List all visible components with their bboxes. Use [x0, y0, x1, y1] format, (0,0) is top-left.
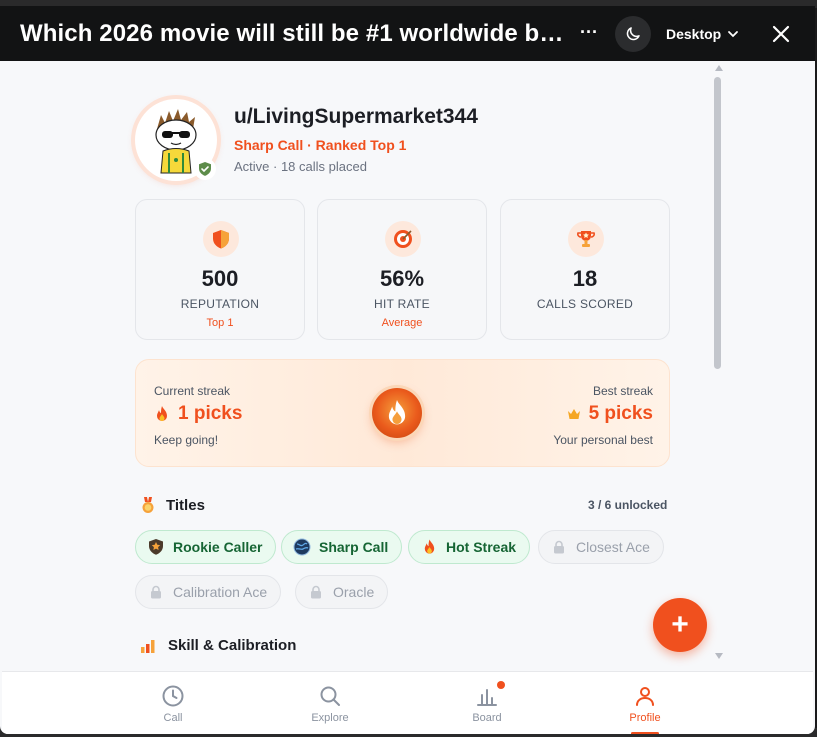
- nav-item-explore[interactable]: Explore: [270, 672, 390, 734]
- search-icon: [320, 686, 340, 706]
- profile-content: u/LivingSupermarket344 Sharp Call · Rank…: [2, 61, 813, 671]
- current-streak-sub: Keep going!: [154, 433, 219, 447]
- active-tab-indicator: [631, 732, 659, 734]
- profile-modal: Which 2026 movie will still be #1 worldw…: [0, 6, 815, 734]
- medal-icon: [142, 497, 154, 513]
- best-streak-value: 5 picks: [567, 403, 653, 425]
- globe-badge-icon: [293, 538, 311, 556]
- close-button[interactable]: [765, 18, 797, 50]
- stat-label: REPUTATION: [180, 297, 260, 311]
- scroll-up-arrow[interactable]: [715, 65, 723, 71]
- target-icon: [394, 230, 412, 248]
- rookie-shield-icon: [149, 539, 163, 555]
- verified-badge: [194, 158, 216, 180]
- profile-activity: Active · 18 calls placed: [234, 159, 367, 174]
- flame-icon: [388, 400, 406, 425]
- modal-titlebar: Which 2026 movie will still be #1 worldw…: [0, 6, 815, 61]
- stat-label: CALLS SCORED: [536, 297, 634, 311]
- current-streak-value: 1 picks: [154, 403, 242, 425]
- titles-heading: Titles: [140, 496, 205, 514]
- stat-sub: Top 1: [206, 317, 234, 329]
- stat-value: 500: [201, 266, 239, 291]
- stat-value: 18: [572, 266, 598, 291]
- bar-chart-icon: [477, 689, 497, 706]
- nav-item-board[interactable]: Board: [427, 672, 547, 734]
- chevron-down-icon: [728, 31, 739, 38]
- trophy-icon: [577, 231, 595, 247]
- clock-icon: [162, 685, 184, 707]
- lock-icon: [554, 540, 564, 554]
- best-streak-sub: Your personal best: [553, 433, 653, 447]
- streak-flame-badge: [372, 388, 422, 438]
- title-chip-sharp-call[interactable]: Sharp Call: [281, 530, 403, 564]
- device-select-label: Desktop: [666, 26, 722, 42]
- crown-icon: [567, 409, 580, 419]
- stat-card-calls-scored: 18 CALLS SCORED: [500, 199, 670, 340]
- stat-sub: Average: [381, 317, 423, 329]
- scroll-thumb[interactable]: [714, 77, 721, 369]
- titles-count: 3 / 6 unlocked: [588, 498, 668, 512]
- bottom-nav: Call Explore Board Profile: [2, 671, 813, 734]
- current-streak-label: Current streak: [154, 384, 231, 398]
- shield-check-icon: [199, 162, 211, 176]
- title-chip-closest-ace[interactable]: Closest Ace: [538, 530, 664, 564]
- add-call-fab[interactable]: +: [653, 598, 707, 652]
- flame-icon: [424, 539, 434, 554]
- modal-title: Which 2026 movie will still be #1 worldw…: [20, 20, 565, 47]
- nav-item-call[interactable]: Call: [113, 672, 233, 734]
- title-chip-hot-streak[interactable]: Hot Streak: [408, 530, 531, 564]
- stat-card-hit-rate: 56% HIT RATE Average: [317, 199, 487, 340]
- shield-icon: [213, 230, 229, 249]
- flame-icon: [157, 406, 167, 421]
- stat-label: HIT RATE: [374, 297, 430, 311]
- scrollbar[interactable]: [712, 65, 724, 661]
- lock-icon: [311, 585, 321, 599]
- lock-icon: [151, 585, 161, 599]
- close-icon: [772, 25, 790, 43]
- streak-card: Current streak 1 picks Keep going! Best …: [135, 359, 670, 467]
- title-chip-oracle[interactable]: Oracle: [295, 575, 389, 609]
- best-streak-label: Best streak: [592, 384, 653, 398]
- stat-value: 56%: [379, 266, 425, 291]
- device-select[interactable]: Desktop: [666, 20, 739, 48]
- profile-rank: Sharp Call · Ranked Top 1: [234, 137, 407, 153]
- notification-dot: [497, 681, 505, 689]
- skill-calibration-heading: Skill & Calibration: [140, 637, 296, 654]
- profile-username: u/LivingSupermarket344: [234, 105, 478, 128]
- bar-chart-icon: [141, 639, 155, 653]
- title-chip-calibration-ace[interactable]: Calibration Ace: [135, 575, 282, 609]
- theme-toggle-button[interactable]: [615, 16, 651, 52]
- title-chip-rookie-caller[interactable]: Rookie Caller: [135, 530, 277, 564]
- more-options-button[interactable]: ···: [575, 19, 603, 47]
- person-icon: [636, 687, 654, 706]
- scroll-down-arrow[interactable]: [715, 653, 723, 659]
- stat-card-reputation: 500 REPUTATION Top 1: [135, 199, 305, 340]
- nav-item-profile[interactable]: Profile: [585, 672, 705, 734]
- moon-icon: [626, 27, 640, 41]
